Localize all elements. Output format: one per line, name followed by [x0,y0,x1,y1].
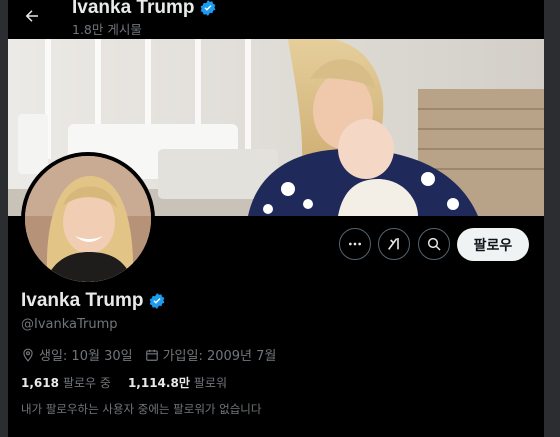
search-button[interactable] [418,228,450,260]
profile-name-text: Ivanka Trump [21,290,144,311]
following-link[interactable]: 1,618 팔로우 중 [21,374,111,391]
avatar-photo [25,156,151,282]
birthday-item: 생일: 10월 30일 [21,345,133,364]
profile-avatar[interactable] [21,152,155,286]
verified-badge-icon[interactable] [148,292,166,310]
profile-name: Ivanka Trump [21,290,166,312]
follow-button[interactable]: 팔로우 [457,228,529,261]
back-button[interactable] [20,4,44,28]
calendar-icon [145,349,158,361]
mutual-followers-text: 내가 팔로우하는 사용자 중에는 팔로워가 없습니다 [21,402,262,416]
arrow-left-icon [25,10,38,22]
profile-handle: @IvankaTrump [21,317,118,332]
grok-button[interactable] [378,228,410,260]
more-button[interactable] [339,228,371,260]
header-post-count: 1.8만 게시물 [72,22,142,37]
following-count: 1,618 [21,376,59,390]
header-name-text: Ivanka Trump [72,0,195,18]
location-pin-icon [23,348,33,362]
joined-text: 가입일: 2009년 7월 [162,349,277,364]
follow-stats: 1,618 팔로우 중 1,114.8만 팔로워 [21,374,244,391]
grok-icon [388,238,399,250]
search-icon [427,237,441,251]
profile-panel: Ivanka Trump 1.8만 게시물 팔로우 Ivanka Trump @… [8,0,544,437]
profile-meta: 생일: 10월 30일 가입일: 2009년 7월 [21,345,288,364]
header-profile-name: Ivanka Trump [72,0,217,19]
profile-header-bar: Ivanka Trump 1.8만 게시물 [8,0,544,40]
followers-link[interactable]: 1,114.8만 팔로워 [128,374,227,391]
followers-label: 팔로워 [193,376,227,390]
more-dots-icon [349,242,361,246]
birthday-text: 생일: 10월 30일 [39,349,133,364]
following-label: 팔로우 중 [62,376,111,390]
verified-badge-icon [200,0,215,16]
joined-item: 가입일: 2009년 7월 [145,345,277,364]
followers-count: 1,114.8만 [127,376,190,390]
profile-actions: 팔로우 [8,228,544,262]
